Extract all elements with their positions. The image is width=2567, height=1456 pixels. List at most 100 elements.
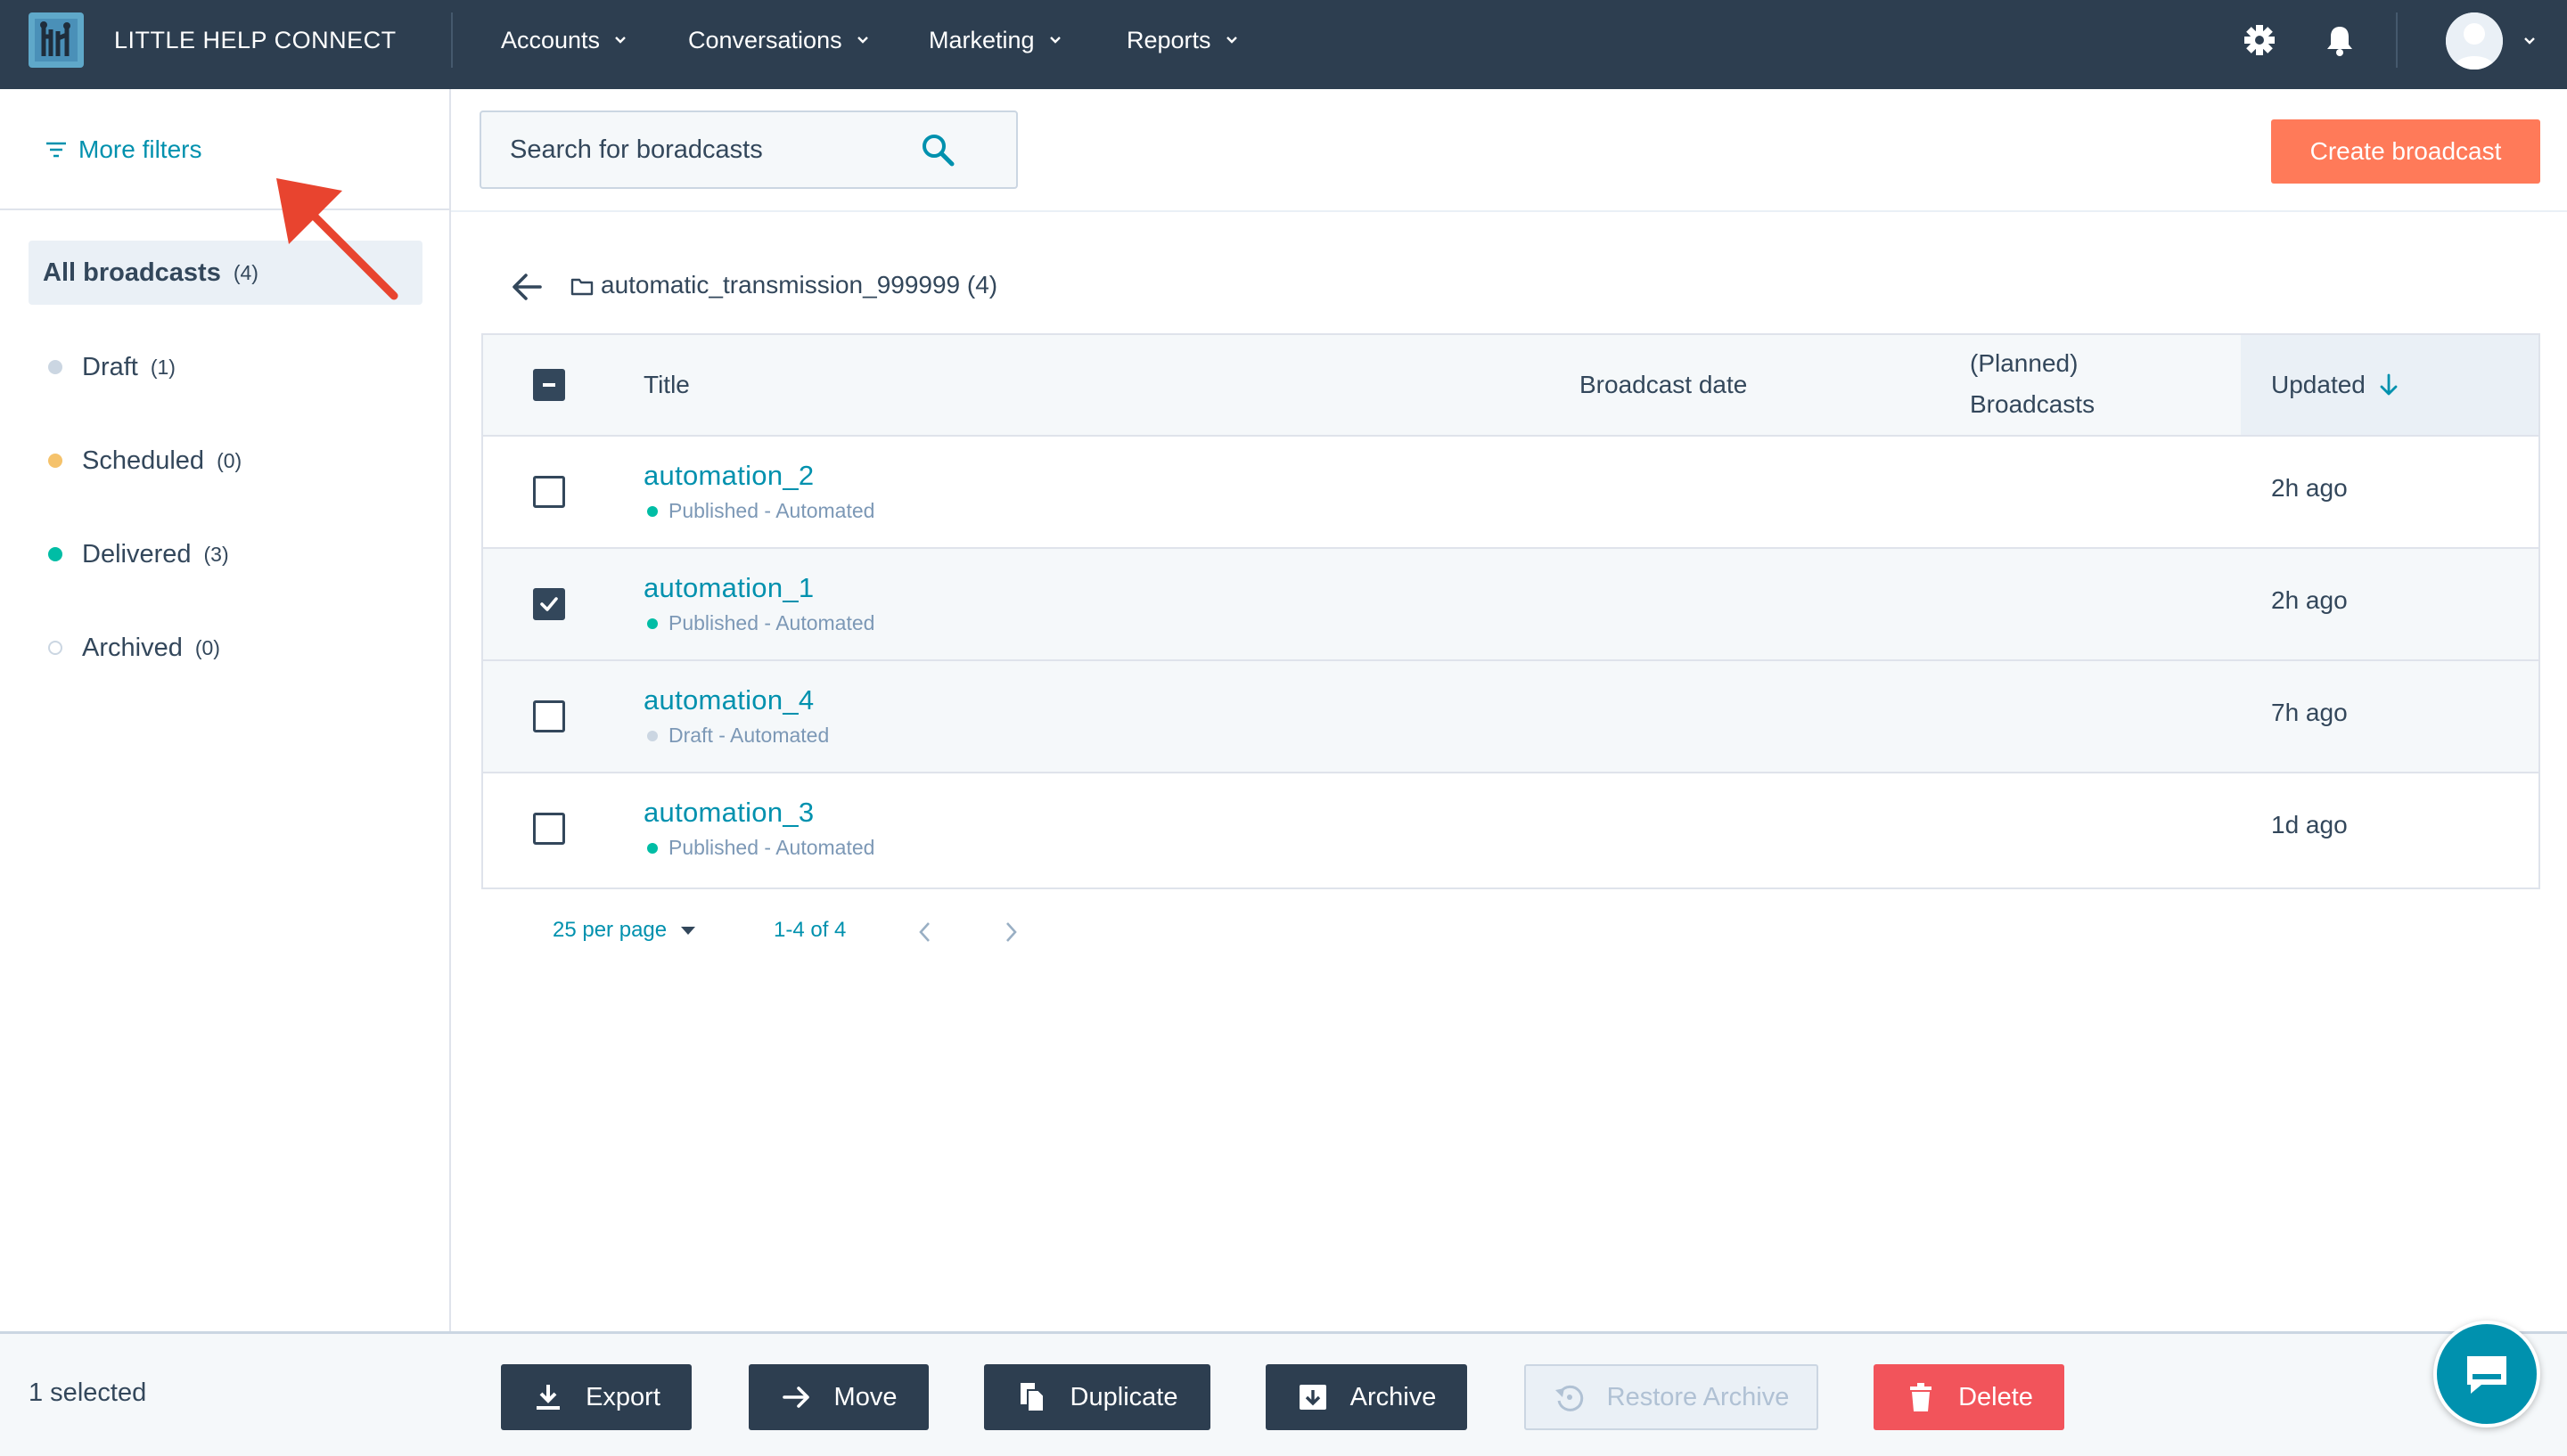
- nav-reports[interactable]: Reports: [1127, 0, 1240, 80]
- column-header-updated-label: Updated: [2271, 371, 2366, 398]
- download-icon: [537, 1385, 561, 1410]
- bell-icon[interactable]: [2321, 21, 2358, 59]
- nav-divider: [451, 12, 453, 68]
- broadcast-title-link[interactable]: automation_2: [644, 460, 814, 492]
- archive-label: Archive: [1349, 1382, 1437, 1411]
- status-dot: [48, 641, 62, 655]
- nav-conversations[interactable]: Conversations: [688, 0, 871, 80]
- bulk-action-bar: 1 selected Export Move Duplicate Archive: [0, 1331, 2567, 1456]
- chat-launcher-button[interactable]: [2433, 1321, 2540, 1427]
- sidebar-item-label: Draft: [82, 352, 138, 381]
- duplicate-label: Duplicate: [1070, 1382, 1178, 1411]
- nav-accounts[interactable]: Accounts: [501, 0, 628, 80]
- avatar[interactable]: [2446, 12, 2503, 70]
- status-dot: [647, 505, 658, 517]
- sidebar-item-delivered[interactable]: Delivered (3): [29, 522, 422, 586]
- chevron-down-icon: [1226, 37, 1237, 44]
- status-dot: [647, 618, 658, 629]
- logo-icon: [35, 19, 78, 61]
- app-logo[interactable]: [29, 12, 84, 68]
- nav-marketing[interactable]: Marketing: [929, 0, 1063, 80]
- arrow-right-icon: [782, 1386, 809, 1408]
- table-row[interactable]: automation_3 Published - Automated 1d ag…: [483, 773, 2538, 888]
- folder-path: automatic_transmission_999999 (4): [601, 271, 998, 299]
- updated-time: 2h ago: [2271, 474, 2348, 502]
- broadcast-status-label: Draft - Automated: [668, 724, 830, 747]
- selected-count: 1 selected: [29, 1378, 147, 1407]
- sidebar-item-draft[interactable]: Draft (1): [29, 335, 422, 399]
- delete-button[interactable]: Delete: [1874, 1364, 2064, 1430]
- broadcast-status: Published - Automated: [647, 499, 874, 523]
- sidebar-item-label: Delivered: [82, 539, 192, 568]
- restore-archive-button[interactable]: Restore Archive: [1524, 1364, 1818, 1430]
- sidebar-item-all-broadcasts[interactable]: All broadcasts (4): [29, 241, 422, 305]
- top-nav: LITTLE HELP CONNECT Accounts Conversatio…: [0, 0, 2567, 89]
- nav-reports-label: Reports: [1127, 27, 1211, 53]
- brand-name: LITTLE HELP CONNECT: [114, 27, 397, 53]
- gear-icon[interactable]: [2241, 21, 2278, 59]
- chevron-left-icon[interactable]: [914, 920, 936, 945]
- table-row[interactable]: automation_4 Draft - Automated 7h ago: [483, 661, 2538, 773]
- table-row[interactable]: automation_2 Published - Automated 2h ag…: [483, 437, 2538, 549]
- chevron-down-icon[interactable]: [2521, 32, 2538, 50]
- back-arrow-icon[interactable]: [508, 269, 545, 305]
- user-icon: [2446, 12, 2503, 70]
- broadcast-title-link[interactable]: automation_3: [644, 797, 814, 829]
- nav-conversations-label: Conversations: [688, 27, 842, 53]
- move-button[interactable]: Move: [749, 1364, 929, 1430]
- main-divider: [451, 210, 2567, 212]
- search-icon[interactable]: [920, 132, 955, 168]
- create-broadcast-button[interactable]: Create broadcast: [2271, 119, 2540, 184]
- filter-icon: [46, 142, 66, 158]
- status-dot: [647, 842, 658, 854]
- sidebar-item-count: (3): [203, 542, 229, 566]
- updated-time: 2h ago: [2271, 586, 2348, 614]
- column-header-broadcast-date[interactable]: Broadcast date: [1579, 371, 1747, 399]
- chevron-down-icon: [615, 37, 626, 44]
- sort-desc-icon: [2380, 373, 2398, 396]
- broadcast-title-link[interactable]: automation_1: [644, 572, 814, 604]
- row-checkbox[interactable]: [533, 813, 565, 845]
- select-all-checkbox[interactable]: [533, 369, 565, 401]
- restore-archive-label: Restore Archive: [1606, 1382, 1790, 1411]
- sidebar-item-archived[interactable]: Archived (0): [29, 616, 422, 680]
- caret-down-icon: [681, 927, 696, 935]
- sidebar: More filters All broadcasts (4) Draft (1…: [0, 89, 451, 1333]
- broadcast-status-label: Published - Automated: [668, 836, 875, 859]
- chevron-down-icon: [857, 37, 868, 44]
- checkmark-icon: [540, 597, 558, 611]
- table-row[interactable]: automation_1 Published - Automated 2h ag…: [483, 549, 2538, 661]
- broadcast-title-link[interactable]: automation_4: [644, 684, 814, 716]
- per-page-dropdown[interactable]: 25 per page: [553, 918, 697, 943]
- pagination-range: 1-4 of 4: [774, 918, 847, 942]
- updated-time: 1d ago: [2271, 811, 2348, 838]
- more-filters-label: More filters: [78, 135, 202, 163]
- broadcast-status: Draft - Automated: [647, 724, 829, 748]
- move-label: Move: [833, 1382, 898, 1411]
- archive-button[interactable]: Archive: [1266, 1364, 1467, 1430]
- row-checkbox[interactable]: [533, 588, 565, 620]
- column-header-title[interactable]: Title: [644, 371, 690, 399]
- column-header-updated[interactable]: Updated: [2241, 335, 2538, 435]
- archive-icon: [1299, 1385, 1326, 1410]
- trash-icon: [1910, 1383, 1932, 1411]
- status-dot: [48, 360, 62, 374]
- duplicate-button[interactable]: Duplicate: [984, 1364, 1210, 1430]
- nav-divider: [2396, 12, 2398, 68]
- row-checkbox[interactable]: [533, 476, 565, 508]
- column-header-planned-line1[interactable]: (Planned): [1970, 349, 2078, 378]
- export-button[interactable]: Export: [501, 1364, 692, 1430]
- row-checkbox[interactable]: [533, 700, 565, 732]
- search-input[interactable]: [510, 135, 920, 165]
- sidebar-item-label: Archived: [82, 633, 183, 662]
- broadcast-status-label: Published - Automated: [668, 499, 875, 522]
- chat-icon: [2467, 1356, 2506, 1394]
- chevron-right-icon[interactable]: [1000, 920, 1021, 945]
- sidebar-item-count: (1): [150, 355, 176, 379]
- sidebar-item-scheduled[interactable]: Scheduled (0): [29, 429, 422, 493]
- column-header-planned-line2[interactable]: Broadcasts: [1970, 390, 2095, 419]
- broadcast-status: Published - Automated: [647, 611, 874, 635]
- more-filters-button[interactable]: More filters: [45, 135, 201, 164]
- broadcast-status: Published - Automated: [647, 836, 874, 860]
- nav-accounts-label: Accounts: [501, 27, 601, 53]
